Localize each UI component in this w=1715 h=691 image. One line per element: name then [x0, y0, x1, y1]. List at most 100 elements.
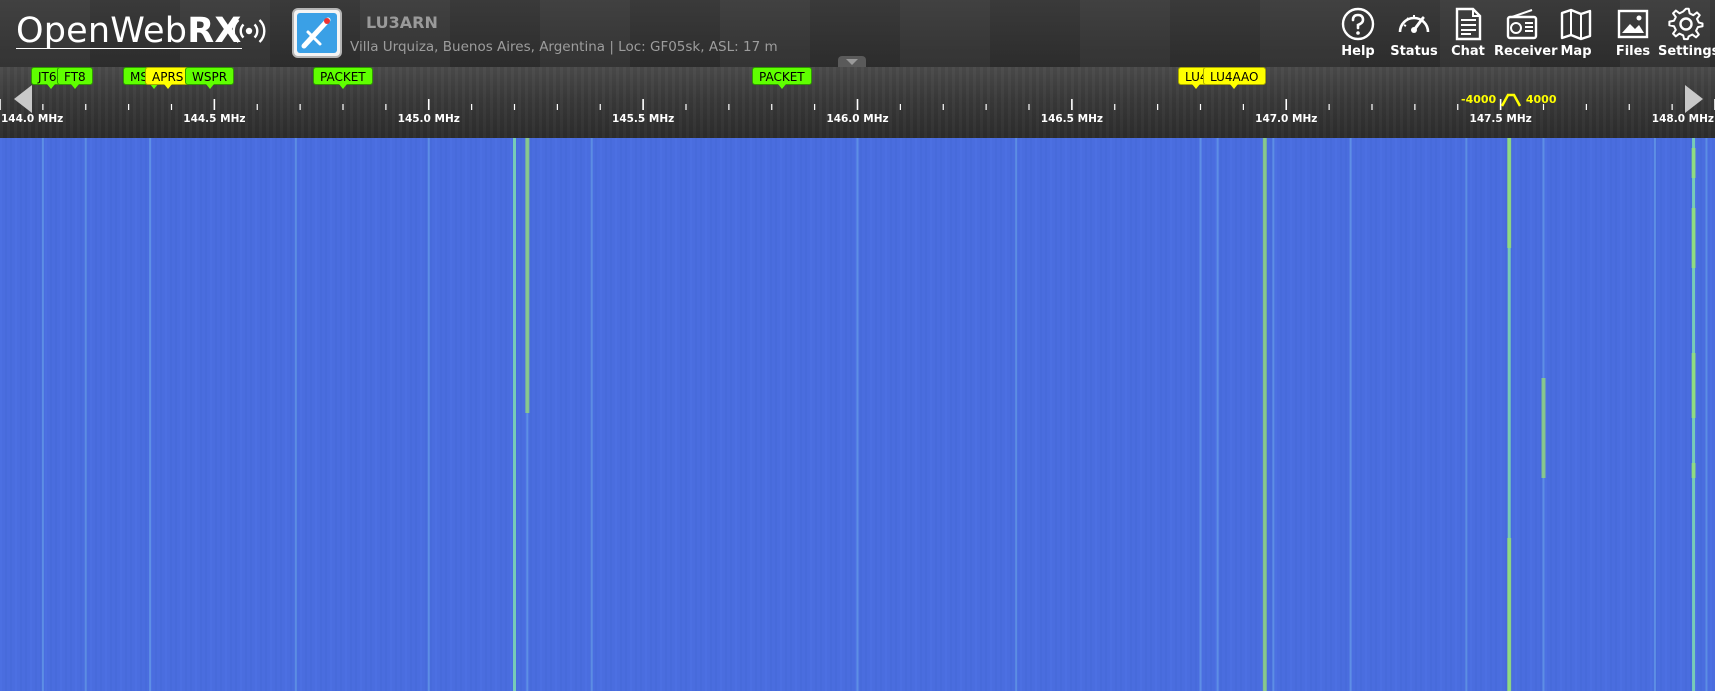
frequency-scale[interactable]: JT65FT8MSK144APRSWSPRPACKETPACKETLU4LU4A…	[0, 67, 1715, 138]
map-icon	[1560, 8, 1592, 41]
waterfall-noise-column	[1615, 138, 1617, 691]
waterfall-noise-column	[1550, 138, 1552, 691]
waterfall-noise-column	[1245, 138, 1247, 691]
top-bar: OpenWebRX LU3ARN Villa Urquiza, Buenos A…	[0, 0, 1715, 67]
signal-trace	[1216, 138, 1219, 691]
waterfall-noise-column	[1280, 138, 1282, 691]
files-button[interactable]: Files	[1605, 6, 1661, 64]
chat-button[interactable]: Chat	[1440, 6, 1496, 64]
waterfall-noise-column	[390, 138, 392, 691]
waterfall-noise-column	[20, 138, 22, 691]
help-icon	[1341, 7, 1375, 41]
waterfall-noise-column	[1455, 138, 1457, 691]
signal-trace	[149, 138, 152, 691]
signal-trace	[84, 138, 87, 691]
settings-label: Settings	[1658, 44, 1715, 59]
waterfall-noise-column	[685, 138, 687, 691]
waterfall-noise-column	[1400, 138, 1402, 691]
waterfall-noise-column	[205, 138, 207, 691]
waterfall-noise-column	[1410, 138, 1412, 691]
waterfall-noise-column	[1460, 138, 1462, 691]
signal-trace	[590, 138, 593, 691]
waterfall-noise-column	[215, 138, 217, 691]
waterfall-noise-column	[1275, 138, 1277, 691]
waterfall-noise-column	[210, 138, 212, 691]
waterfall-noise-column	[1560, 138, 1562, 691]
waterfall-noise-column	[865, 138, 867, 691]
waterfall-noise-column	[1340, 138, 1342, 691]
openwebrx-logo[interactable]: OpenWebRX	[16, 14, 242, 49]
waterfall-noise-column	[200, 138, 202, 691]
waterfall-noise-column	[235, 138, 237, 691]
waterfall-noise-column	[510, 138, 512, 691]
waterfall-noise-column	[615, 138, 617, 691]
passband-low: -4000	[1461, 93, 1497, 106]
waterfall-noise-column	[640, 138, 642, 691]
waterfall-noise-column	[80, 138, 82, 691]
waterfall-noise-column	[1380, 138, 1382, 691]
status-label: Status	[1390, 44, 1438, 59]
waterfall-noise-column	[1055, 138, 1057, 691]
waterfall-noise-column	[880, 138, 882, 691]
waterfall-noise-column	[715, 138, 717, 691]
waterfall-noise-column	[1565, 138, 1567, 691]
waterfall-noise-column	[650, 138, 652, 691]
waterfall-noise-column	[5, 138, 7, 691]
waterfall-noise-column	[75, 138, 77, 691]
waterfall-noise-column	[940, 138, 942, 691]
waterfall-noise-column	[690, 138, 692, 691]
waterfall-noise-column	[70, 138, 72, 691]
receiver-label: Receiver	[1494, 44, 1558, 59]
collapse-header-button[interactable]	[838, 56, 866, 67]
waterfall-noise-column	[560, 138, 562, 691]
waterfall-noise-column	[1145, 138, 1147, 691]
scroll-left-arrow-icon[interactable]	[8, 79, 38, 119]
waterfall-noise-column	[155, 138, 157, 691]
waterfall-noise-column	[950, 138, 952, 691]
waterfall-noise-column	[530, 138, 532, 691]
waterfall-noise-column	[1160, 138, 1162, 691]
waterfall-noise-column	[1365, 138, 1367, 691]
waterfall-noise-column	[1495, 138, 1497, 691]
help-button[interactable]: Help	[1330, 6, 1386, 64]
waterfall-noise-column	[505, 138, 507, 691]
waterfall-noise-column	[10, 138, 12, 691]
waterfall-noise-column	[540, 138, 542, 691]
waterfall-noise-column	[1170, 138, 1172, 691]
scroll-right-arrow-icon[interactable]	[1679, 79, 1709, 119]
signal-trace	[1653, 138, 1656, 691]
waterfall-display[interactable]	[0, 138, 1715, 691]
waterfall-noise-column	[1155, 138, 1157, 691]
waterfall-noise-column	[1115, 138, 1117, 691]
waterfall-noise-column	[360, 138, 362, 691]
waterfall-noise-column	[250, 138, 252, 691]
waterfall-noise-column	[280, 138, 282, 691]
waterfall-noise-column	[1575, 138, 1577, 691]
waterfall-noise-column	[60, 138, 62, 691]
waterfall-noise-column	[15, 138, 17, 691]
waterfall-noise-column	[1630, 138, 1632, 691]
passband-indicator[interactable]: -4000 4000	[1461, 93, 1557, 107]
map-button[interactable]: Map	[1548, 6, 1604, 64]
waterfall-noise-column	[305, 138, 307, 691]
receiver-button[interactable]: Receiver	[1494, 6, 1558, 64]
waterfall-noise-column	[260, 138, 262, 691]
receiver-name: LU3ARN	[366, 13, 438, 32]
waterfall-noise-column	[480, 138, 482, 691]
waterfall-noise-column	[1515, 138, 1517, 691]
waterfall-noise-column	[1470, 138, 1472, 691]
waterfall-noise-column	[985, 138, 987, 691]
scale-label: 146.0 MHz	[826, 113, 888, 125]
scale-label: 145.5 MHz	[612, 113, 674, 125]
receiver-avatar[interactable]	[292, 8, 342, 58]
status-button[interactable]: Status	[1386, 6, 1442, 64]
waterfall-noise-column	[45, 138, 47, 691]
waterfall-noise-column	[1610, 138, 1612, 691]
waterfall-noise-column	[25, 138, 27, 691]
settings-button[interactable]: Settings	[1658, 6, 1715, 64]
waterfall-noise-column	[935, 138, 937, 691]
waterfall-noise-column	[1195, 138, 1197, 691]
waterfall-noise-column	[930, 138, 932, 691]
waterfall-noise-column	[55, 138, 57, 691]
waterfall-noise-column	[845, 138, 847, 691]
